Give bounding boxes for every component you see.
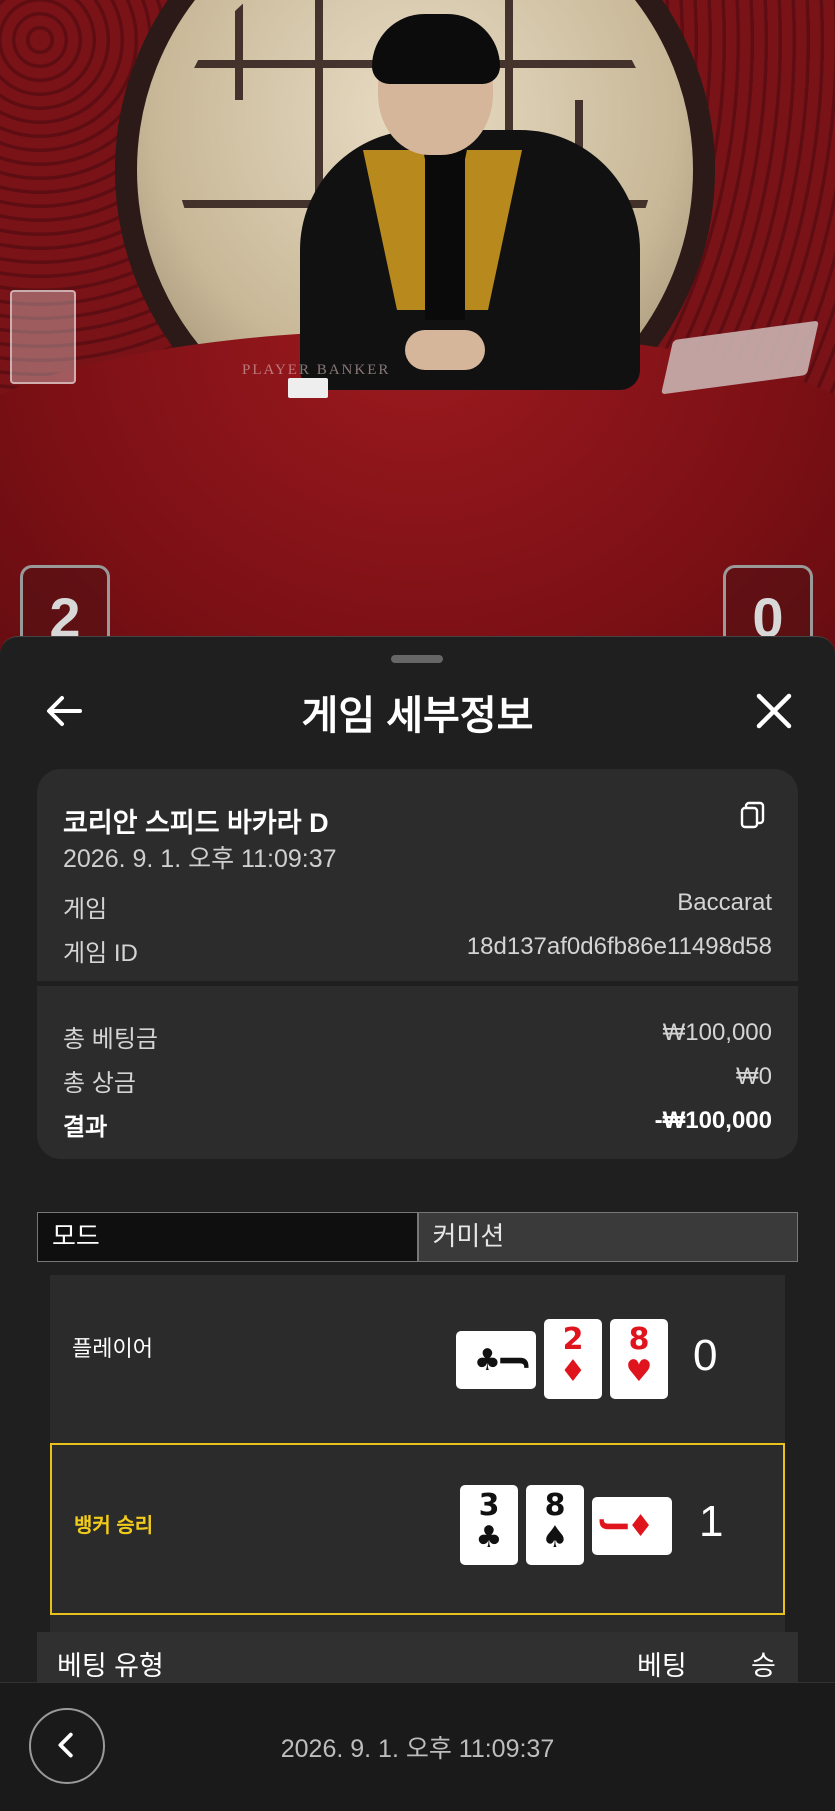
game-id-label: 게임 ID — [63, 940, 138, 967]
banker-win-label: 뱅커 승리 — [74, 1515, 154, 1537]
playing-card: 8 ♥ — [610, 1319, 668, 1399]
game-type-label: 게임 — [63, 896, 108, 923]
playing-card: 3 ♣ — [460, 1485, 518, 1565]
game-name: 코리안 스피드 바카라 D — [63, 808, 329, 838]
col-bet-amount: 베팅 — [637, 1651, 687, 1681]
playing-card: 8 ♠ — [526, 1485, 584, 1565]
banker-hand-row: 뱅커 승리 3 ♣ 8 ♠ J ♦ 1 — [50, 1443, 785, 1615]
result-label: 결과 — [63, 1114, 108, 1141]
player-score: 0 — [693, 1331, 718, 1380]
round-result-panel: 플레이어 ♣ J 2 ♦ 8 ♥ 0 뱅커 승리 3 ♣ 8 ♠ J ♦ 1 — [50, 1275, 785, 1643]
close-icon[interactable] — [750, 687, 798, 735]
sheet-title: 게임 세부정보 — [301, 694, 534, 738]
banker-score: 1 — [699, 1497, 724, 1546]
game-info-card: 코리안 스피드 바카라 D 2026. 9. 1. 오후 11:09:37 게임… — [37, 769, 798, 1159]
total-bet-label: 총 베팅금 — [63, 1026, 158, 1053]
playing-card: 2 ♦ — [544, 1319, 602, 1399]
table-print: PLAYER BANKER — [242, 362, 391, 378]
tab-commission[interactable]: 커미션 — [416, 1213, 797, 1261]
tab-mode[interactable]: 모드 — [38, 1213, 417, 1261]
discard-tray — [10, 290, 76, 384]
total-win-label: 총 상금 — [63, 1070, 136, 1097]
player-label: 플레이어 — [72, 1336, 153, 1361]
mode-tabs: 모드 커미션 — [37, 1212, 798, 1262]
sheet-drag-handle[interactable] — [391, 655, 443, 663]
bottom-bar: 2026. 9. 1. 오후 11:09:37 — [0, 1682, 835, 1811]
col-bet-type: 베팅 유형 — [57, 1651, 164, 1681]
table-card — [288, 378, 328, 398]
game-details-sheet: 게임 세부정보 코리안 스피드 바카라 D 2026. 9. 1. 오후 11:… — [0, 636, 835, 1811]
total-bet-value: ₩100,000 — [662, 1019, 772, 1046]
result-value: -₩100,000 — [654, 1107, 772, 1134]
playing-card: J ♦ — [592, 1497, 672, 1555]
col-win: 승 — [751, 1651, 776, 1681]
card-divider — [37, 981, 798, 986]
game-datetime: 2026. 9. 1. 오후 11:09:37 — [63, 845, 337, 873]
live-video-stream: PLAYER BANKER — [0, 0, 835, 650]
bet-table-header: 베팅 유형 베팅 승 — [37, 1632, 798, 1688]
player-hand-row: 플레이어 ♣ J 2 ♦ 8 ♥ 0 — [50, 1275, 785, 1435]
game-type-value: Baccarat — [677, 889, 772, 916]
copy-icon[interactable] — [737, 799, 769, 831]
total-win-value: ₩0 — [736, 1063, 772, 1090]
footer-datetime: 2026. 9. 1. 오후 11:09:37 — [280, 1735, 555, 1763]
game-id-value: 18d137af0d6fb86e11498d58 — [466, 933, 772, 960]
playing-card: ♣ J — [456, 1331, 536, 1389]
